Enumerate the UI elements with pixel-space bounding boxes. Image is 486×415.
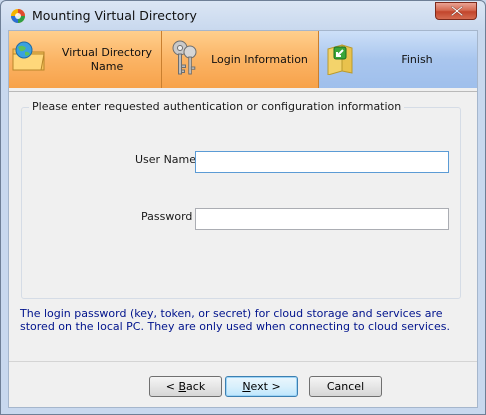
password-field[interactable] (195, 208, 449, 230)
button-divider (9, 361, 477, 362)
credentials-group: Please enter requested authentication or… (21, 100, 461, 299)
header-divider (9, 91, 477, 92)
step-login-information: Login Information (162, 31, 319, 88)
step-finish: Finish (319, 31, 477, 88)
keys-icon (172, 40, 197, 75)
back-rest: ack (186, 380, 206, 393)
app-icon (10, 8, 26, 24)
dialog-window: Mounting Virtual Directory Virtual Direc… (0, 0, 486, 415)
back-prefix: < (165, 380, 179, 393)
group-title: Please enter requested authentication or… (29, 100, 405, 113)
dialog-client-area: Virtual Directory Name Login Information (8, 30, 478, 408)
window-title: Mounting Virtual Directory (32, 8, 197, 23)
next-mnemonic: N (242, 380, 251, 393)
cancel-button[interactable]: Cancel (309, 376, 382, 397)
username-label: User Name (135, 153, 197, 166)
step-label: Login Information (211, 52, 308, 66)
close-button[interactable] (435, 2, 477, 20)
close-icon (451, 6, 463, 16)
back-mnemonic: B (178, 380, 187, 393)
password-label: Password (141, 210, 193, 223)
folder-globe-icon (12, 41, 45, 71)
wizard-steps: Virtual Directory Name Login Information (9, 31, 477, 89)
next-button[interactable]: Next > (225, 376, 298, 397)
step-virtual-directory-name: Virtual Directory Name (9, 31, 162, 88)
title-bar[interactable]: Mounting Virtual Directory (1, 1, 485, 31)
step-label: Virtual Directory Name (61, 45, 153, 73)
back-button[interactable]: < Back (149, 376, 222, 397)
username-field[interactable] (195, 151, 449, 173)
step-label: Finish (401, 52, 433, 66)
next-rest: ext > (250, 380, 281, 393)
finish-folder-icon (327, 44, 353, 75)
info-text: The login password (key, token, or secre… (20, 307, 450, 333)
